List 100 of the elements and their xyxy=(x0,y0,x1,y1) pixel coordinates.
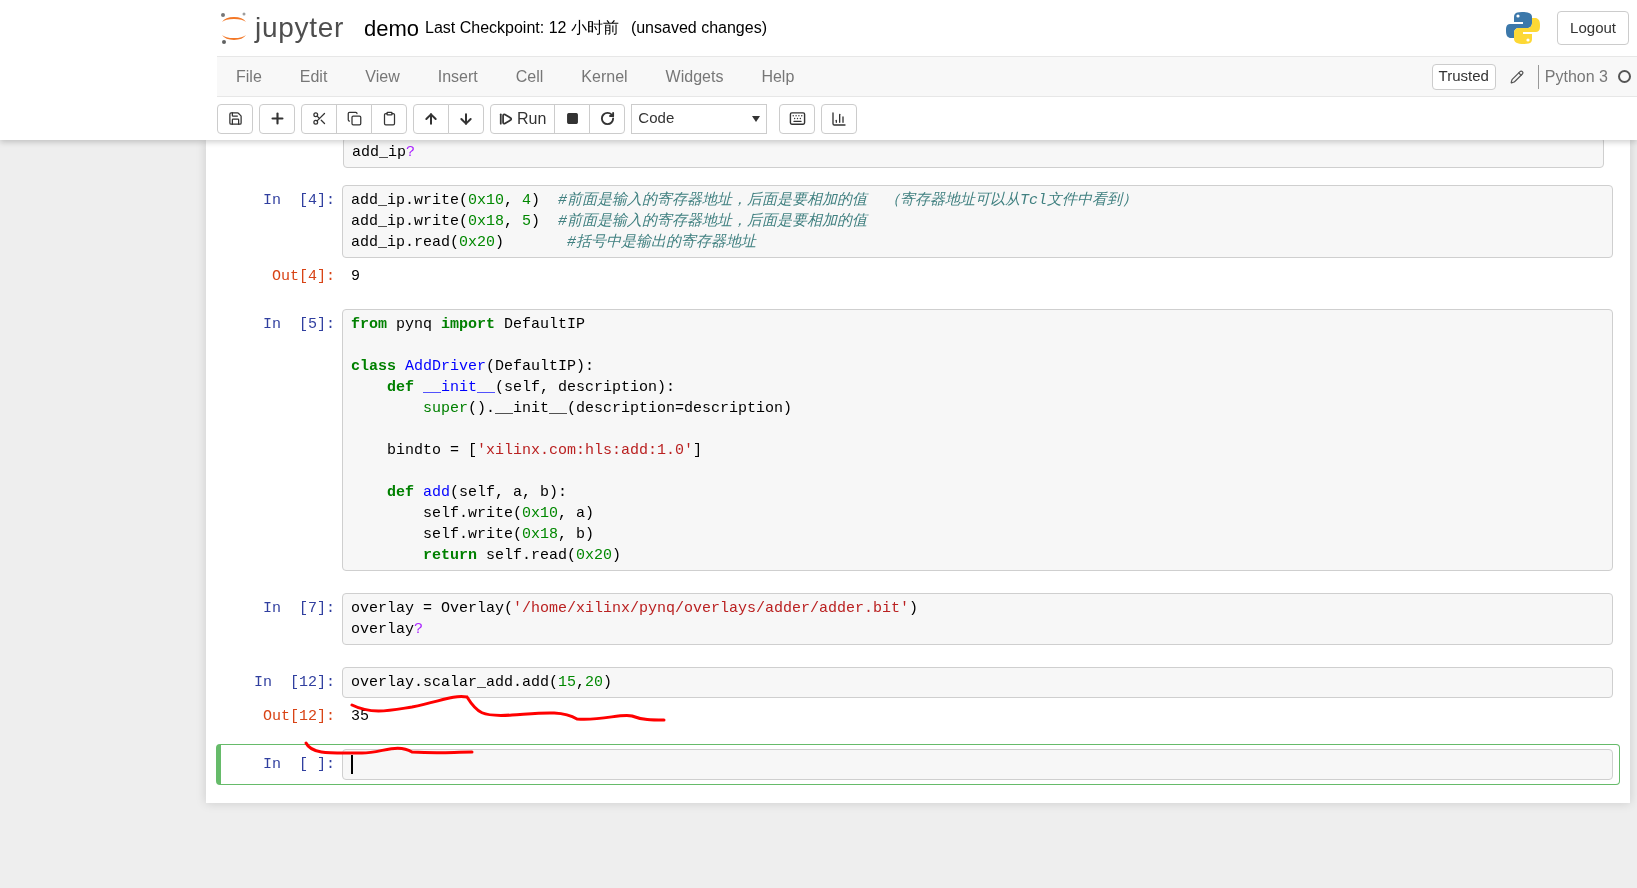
code-input[interactable]: overlay = Overlay('/home/xilinx/pynq/overlays/adder/adder.bit') overlay? xyxy=(342,593,1613,645)
save-status: (unsaved changes) xyxy=(630,18,767,38)
code-token: bindto = [ xyxy=(386,441,478,461)
input-prompt: In [ ]: xyxy=(262,755,336,775)
chart-icon xyxy=(831,110,848,127)
menu-item[interactable]: Widgets xyxy=(665,64,724,89)
code-token: ) xyxy=(531,191,541,211)
logo-wordmark: jupyter xyxy=(255,11,344,45)
code-token: 0x18 xyxy=(522,525,559,545)
code-token: , b) xyxy=(558,525,595,545)
code-token: 0x20 xyxy=(459,233,496,253)
code-token: , xyxy=(504,212,515,232)
kernel-name: Python 3 xyxy=(1544,66,1608,87)
arrow-up-button[interactable] xyxy=(413,103,449,134)
code-token: ) xyxy=(495,233,505,253)
plus-icon xyxy=(268,110,286,127)
menu-item[interactable]: Cell xyxy=(515,64,544,89)
code-token: (DefaultIP): xyxy=(486,357,595,377)
code-token: ) xyxy=(909,599,919,619)
menu-item[interactable]: Kernel xyxy=(581,64,628,89)
run-button[interactable]: Run xyxy=(490,103,556,134)
cut-button[interactable] xyxy=(301,103,337,134)
python-logo-icon xyxy=(1505,10,1542,46)
code-token: from xyxy=(351,315,387,335)
copy-icon xyxy=(346,111,362,126)
menu-item[interactable]: File xyxy=(236,64,262,89)
output-prompt: Out[12]: xyxy=(262,707,336,727)
code-token: add xyxy=(422,483,451,503)
code-token: DefaultIP xyxy=(503,315,586,335)
code-token: def xyxy=(386,483,414,503)
paste-icon xyxy=(381,111,397,126)
code-token: self.read( xyxy=(485,546,577,566)
code-token: add_ip.write( xyxy=(351,212,469,232)
code-token: 0x20 xyxy=(576,546,613,566)
plus-button[interactable] xyxy=(259,103,295,134)
notebook-name[interactable]: demo xyxy=(363,11,419,45)
paste-button[interactable] xyxy=(371,103,407,134)
code-token: 4 xyxy=(522,191,532,211)
code-token: overlay = Overlay( xyxy=(351,599,514,619)
save-button[interactable] xyxy=(217,103,253,134)
logo-icon xyxy=(219,10,249,46)
code-token: , xyxy=(504,191,515,211)
chart-button[interactable] xyxy=(821,103,858,134)
code-token: ] xyxy=(693,441,703,461)
code-token: 5 xyxy=(522,212,532,232)
keyboard-icon xyxy=(788,110,806,127)
output-text: 35 xyxy=(350,707,369,727)
checkpoint-status: Last Checkpoint: 12 小时前 xyxy=(425,18,619,38)
caret-icon xyxy=(752,115,761,122)
code-token: add_ip.write( xyxy=(351,191,469,211)
text-cursor xyxy=(351,755,353,774)
output-prompt: Out[4]: xyxy=(271,267,336,287)
code-token: (self, description): xyxy=(495,378,676,398)
keyboard-button[interactable] xyxy=(779,103,816,134)
copy-button[interactable] xyxy=(336,103,372,134)
code-token: , a) xyxy=(558,504,595,524)
cell-type-dropdown[interactable]: Code xyxy=(631,103,768,134)
code-token: 'xilinx.com:hls:add:1.0' xyxy=(477,441,694,461)
code-token: '/home/xilinx/pynq/overlays/adder/adder.bit' xyxy=(513,599,910,619)
code-token: def xyxy=(386,378,414,398)
menu-item[interactable]: View xyxy=(365,64,400,89)
code-token: 20 xyxy=(585,673,604,693)
restart-button[interactable] xyxy=(589,103,626,134)
input-prompt: In [7]: xyxy=(262,599,336,619)
restart-icon xyxy=(599,111,615,126)
code-token: (self, a, b): xyxy=(450,483,568,503)
code-token: 0x18 xyxy=(468,212,505,232)
code-token: , xyxy=(576,673,586,693)
code-token: #括号中是输出的寄存器地址 xyxy=(566,232,757,253)
code-token: 0x10 xyxy=(522,504,559,524)
edit-icon[interactable] xyxy=(1509,69,1524,84)
trusted-indicator[interactable]: Trusted xyxy=(1431,63,1496,90)
logout-button[interactable]: Logout xyxy=(1557,11,1629,45)
input-prompt: In [12]: xyxy=(253,673,336,693)
stop-button[interactable] xyxy=(554,103,591,134)
code-token: #前面是输入的寄存器地址，后面是要相加的值 （寄存器地址可以从Tcl文件中看到） xyxy=(557,190,1138,211)
code-token: add_ip xyxy=(352,143,406,163)
code-token: 15 xyxy=(558,673,577,693)
code-token: self.write( xyxy=(422,525,523,545)
menu-item[interactable]: Help xyxy=(761,64,795,89)
code-token: overlay xyxy=(351,620,414,640)
code-token: import xyxy=(441,315,496,335)
save-icon xyxy=(227,111,243,126)
code-token: overlay.scalar_add.add( xyxy=(351,673,559,693)
code-input[interactable]: overlay.scalar_add.add(15,20) xyxy=(342,667,1613,698)
code-token: ? xyxy=(406,143,416,163)
code-token: __init__ xyxy=(422,378,496,398)
code-token: self.write( xyxy=(422,504,523,524)
code-input[interactable] xyxy=(342,749,1613,780)
code-token: class xyxy=(351,357,396,377)
menu-item[interactable]: Insert xyxy=(437,64,478,89)
code-token: AddDriver xyxy=(404,357,487,377)
input-prompt: In [5]: xyxy=(262,315,336,335)
code-token: ) xyxy=(531,212,541,232)
cut-icon xyxy=(311,111,327,126)
code-input[interactable] xyxy=(342,309,1613,571)
menu-item[interactable]: Edit xyxy=(299,64,328,89)
code-input[interactable]: add_ip.write(0x10, 4) #前面是输入的寄存器地址，后面是要相加的值 （寄存器地址可以从Tcl文件中看到） add_ip.write(0x18, 5) #前面是输入的寄存器地址，后面是要相加的值 add_ip.read(0x20) #括号中是输出的寄存器地址 xyxy=(342,185,1613,258)
code-token: ) xyxy=(612,546,622,566)
arrow-down-button[interactable] xyxy=(448,103,484,134)
